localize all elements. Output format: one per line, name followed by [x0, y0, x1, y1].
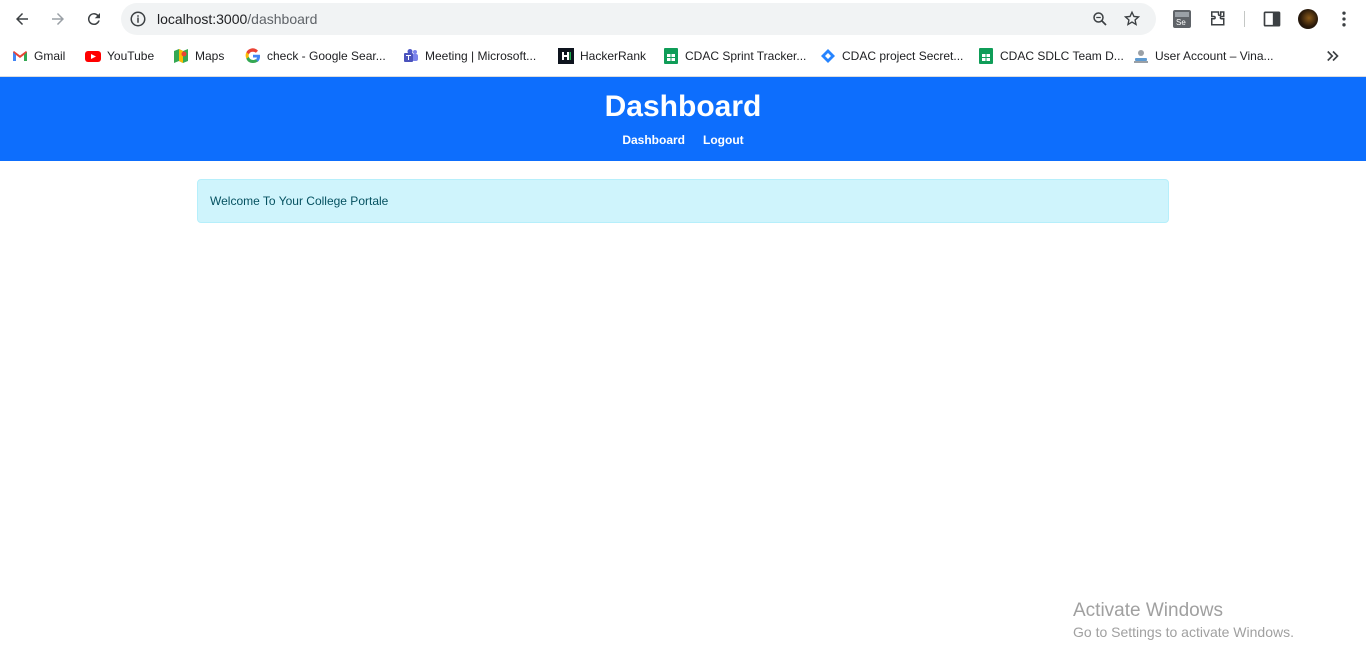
bookmark-label: CDAC project Secret... — [842, 49, 964, 63]
bookmark-hackerrank[interactable]: HackerRank — [558, 47, 646, 65]
bookmark-label: check - Google Sear... — [267, 49, 386, 63]
browser-toolbar: localhost:3000/dashboard Se — [0, 0, 1366, 38]
jira-icon — [821, 49, 835, 63]
youtube-icon — [85, 51, 101, 62]
teams-icon — [404, 49, 418, 62]
bookmark-label: YouTube — [107, 49, 155, 63]
bookmark-star-icon[interactable] — [1123, 10, 1141, 28]
bookmark-cdac-project-secret[interactable]: CDAC project Secret... — [820, 47, 963, 65]
app-nav: Dashboard Logout — [0, 133, 1366, 147]
chevron-double-right-icon[interactable] — [1324, 47, 1342, 65]
nav-logout-link[interactable]: Logout — [703, 133, 744, 147]
bookmark-label: HackerRank — [580, 49, 647, 63]
more-menu-icon[interactable] — [1334, 9, 1354, 29]
bookmark-youtube[interactable]: YouTube — [85, 47, 154, 65]
reload-button[interactable] — [80, 5, 108, 33]
gmail-icon — [13, 51, 27, 61]
user-account-icon — [1134, 50, 1148, 63]
nav-dashboard-link[interactable]: Dashboard — [622, 133, 685, 147]
forward-button[interactable] — [44, 5, 72, 33]
address-bar[interactable]: localhost:3000/dashboard — [121, 3, 1156, 35]
extensions-puzzle-icon[interactable] — [1208, 9, 1228, 29]
toolbar-separator — [1244, 11, 1245, 27]
profile-avatar[interactable] — [1298, 9, 1318, 29]
bookmark-label: Gmail — [34, 49, 66, 63]
selenium-extension-icon[interactable]: Se — [1172, 9, 1192, 29]
hackerrank-icon — [558, 48, 574, 64]
sheets-icon — [664, 48, 678, 64]
zoom-icon[interactable] — [1091, 10, 1109, 28]
bookmark-teams-meeting[interactable]: Meeting | Microsoft... — [403, 47, 536, 65]
bookmark-cdac-sprint-tracker[interactable]: CDAC Sprint Tracker... — [663, 47, 806, 65]
app-header: Dashboard Dashboard Logout — [0, 77, 1366, 161]
maps-icon — [174, 49, 188, 63]
arrow-left-icon — [16, 13, 28, 25]
welcome-alert: Welcome To Your College Portale — [197, 179, 1169, 223]
back-button[interactable] — [8, 5, 36, 33]
arrow-right-icon — [52, 13, 64, 25]
bookmark-label: CDAC SDLC Team D... — [1000, 49, 1124, 63]
bookmark-label: Meeting | Microsoft... — [425, 49, 537, 63]
bookmark-label: User Account – Vina... — [1155, 49, 1274, 63]
url-host: localhost:3000 — [157, 11, 248, 27]
reload-icon — [87, 13, 100, 26]
bookmark-cdac-sdlc-team[interactable]: CDAC SDLC Team D... — [978, 47, 1124, 65]
bookmarks-bar: Gmail YouTube Maps check - Google Sear..… — [0, 38, 1366, 74]
bookmark-user-account[interactable]: User Account – Vina... — [1133, 47, 1274, 65]
bookmark-label: Maps — [195, 49, 225, 63]
google-icon — [245, 48, 261, 64]
bookmark-label: CDAC Sprint Tracker... — [685, 49, 807, 63]
bookmark-google-check[interactable]: check - Google Sear... — [245, 47, 386, 65]
bookmark-gmail[interactable]: Gmail — [12, 47, 65, 65]
side-panel-icon[interactable] — [1262, 9, 1282, 29]
watermark-title: Activate Windows — [1073, 600, 1223, 621]
site-info-icon[interactable] — [129, 10, 147, 28]
url-path: /dashboard — [247, 11, 318, 27]
watermark-subtitle: Go to Settings to activate Windows. — [1073, 624, 1294, 640]
svg-text:Se: Se — [1176, 18, 1186, 27]
sheets-icon — [979, 48, 993, 64]
windows-activation-watermark: Activate Windows Go to Settings to activ… — [1073, 600, 1294, 640]
url-text[interactable]: localhost:3000/dashboard — [157, 11, 317, 27]
page-title: Dashboard — [604, 90, 762, 123]
bookmark-maps[interactable]: Maps — [173, 47, 224, 65]
